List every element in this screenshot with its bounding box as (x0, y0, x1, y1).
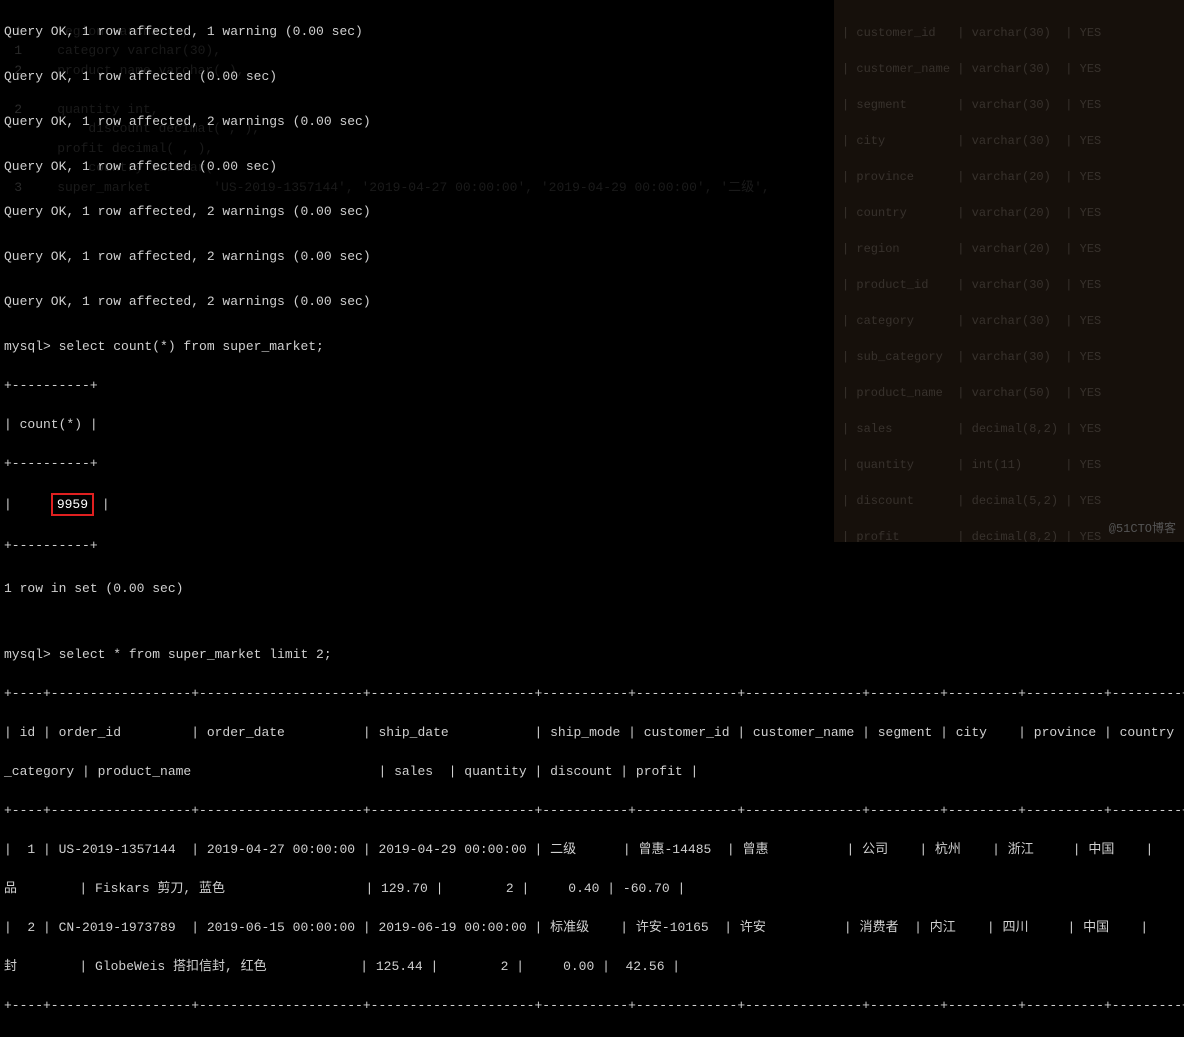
query-result-line: Query OK, 1 row affected, 1 warning (0.0… (4, 22, 1180, 42)
query-result-line: Query OK, 1 row affected (0.00 sec) (4, 157, 1180, 177)
mysql-count-query: mysql> select count(*) from super_market… (4, 337, 1180, 357)
table-row: 品 | Fiskars 剪刀, 蓝色 | 129.70 | 2 | 0.40 |… (4, 879, 1180, 899)
query-result-line: Query OK, 1 row affected, 2 warnings (0.… (4, 202, 1180, 222)
table-header-row-2: _category | product_name | sales | quant… (4, 762, 1180, 782)
terminal-output: Query OK, 1 row affected, 1 warning (0.0… (0, 0, 1184, 1037)
mysql-limit-query: mysql> select * from super_market limit … (4, 645, 1180, 665)
table-header-row-1: | id | order_id | order_date | ship_date… (4, 723, 1180, 743)
count-table-border: +----------+ (4, 454, 1180, 474)
query-result-line: Query OK, 1 row affected, 2 warnings (0.… (4, 247, 1180, 267)
count-table-header: | count(*) | (4, 415, 1180, 435)
count-table-border: +----------+ (4, 376, 1180, 396)
table-separator: +----+------------------+---------------… (4, 801, 1180, 821)
query-result-line: Query OK, 1 row affected (0.00 sec) (4, 67, 1180, 87)
table-separator: +----+------------------+---------------… (4, 996, 1180, 1016)
table-separator: +----+------------------+---------------… (4, 684, 1180, 704)
rows-in-set: 1 row in set (0.00 sec) (4, 579, 1180, 599)
table-row: | 1 | US-2019-1357144 | 2019-04-27 00:00… (4, 840, 1180, 860)
table-row: 封 | GlobeWeis 搭扣信封, 红色 | 125.44 | 2 | 0.… (4, 957, 1180, 977)
count-table-border: +----------+ (4, 536, 1180, 556)
count-value-highlight: 9959 (51, 493, 94, 517)
count-table-row: | 9959 | (4, 493, 1180, 517)
query-result-line: Query OK, 1 row affected, 2 warnings (0.… (4, 292, 1180, 312)
query-result-line: Query OK, 1 row affected, 2 warnings (0.… (4, 112, 1180, 132)
table-row: | 2 | CN-2019-1973789 | 2019-06-15 00:00… (4, 918, 1180, 938)
